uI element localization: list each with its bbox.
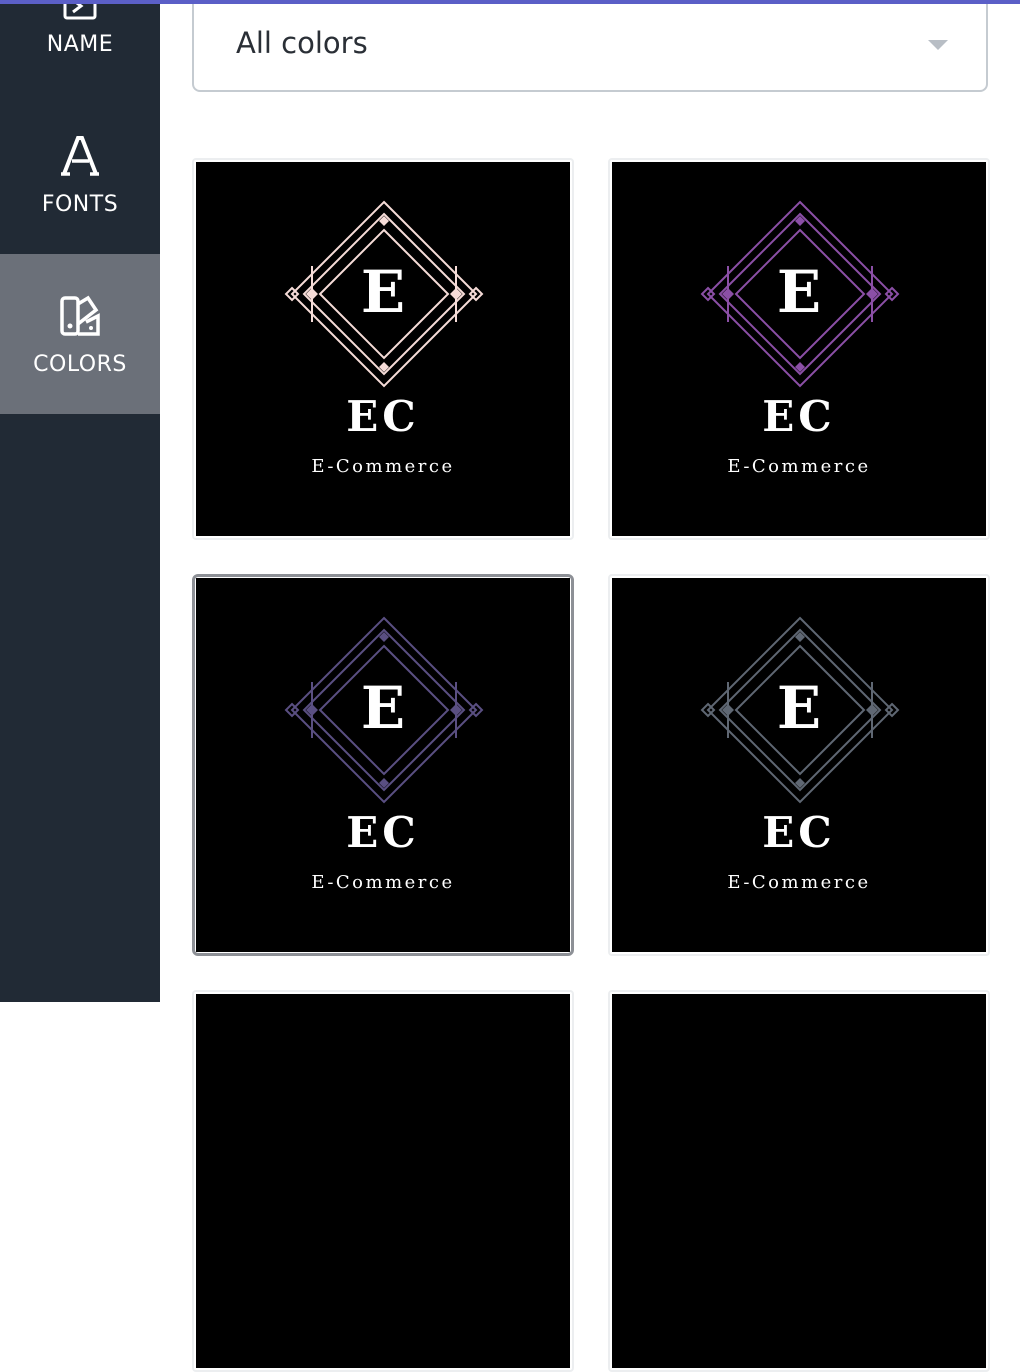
color-filter-value: All colors — [236, 26, 368, 60]
sidebar-item-label: COLORS — [33, 352, 127, 377]
logo-preview — [612, 994, 986, 1368]
logo-monogram: E — [360, 258, 406, 326]
logo-preview: E EC E-Commerce — [612, 578, 986, 952]
logo-preview: E EC E-Commerce — [196, 162, 570, 536]
sidebar: NAME FONTS COLORS — [0, 0, 160, 1002]
sidebar-item-label: NAME — [46, 32, 114, 57]
logo-tagline: E-Commerce — [727, 872, 871, 893]
main-content: All colors E EC E-Commerce E EC E-Commerce E EC… — [160, 0, 1020, 1372]
logo-card[interactable] — [192, 990, 574, 1372]
logo-preview — [196, 994, 570, 1368]
logo-initials: EC — [346, 392, 420, 441]
logo-tagline: E-Commerce — [311, 872, 455, 893]
logo-card[interactable] — [608, 990, 990, 1372]
logo-initials: EC — [762, 808, 836, 857]
top-accent-bar — [0, 0, 1020, 4]
logo-preview: E EC E-Commerce — [196, 578, 570, 952]
logo-card[interactable]: E EC E-Commerce — [608, 574, 990, 956]
diamond-emblem-icon — [284, 200, 484, 388]
logo-initials: EC — [346, 808, 420, 857]
sidebar-item-colors[interactable]: COLORS — [0, 254, 160, 414]
sidebar-item-name[interactable]: NAME — [0, 0, 160, 74]
logo-tagline: E-Commerce — [727, 456, 871, 477]
chevron-down-icon — [928, 40, 948, 50]
sidebar-item-label: FONTS — [41, 192, 119, 217]
logo-tagline: E-Commerce — [311, 456, 455, 477]
logo-preview: E EC E-Commerce — [612, 162, 986, 536]
logo-monogram: E — [360, 674, 406, 742]
font-icon — [58, 134, 102, 182]
diamond-emblem-icon — [284, 616, 484, 804]
logo-initials: EC — [762, 392, 836, 441]
logo-card[interactable]: E EC E-Commerce — [192, 158, 574, 540]
diamond-emblem-icon — [700, 200, 900, 388]
sidebar-item-fonts[interactable]: FONTS — [0, 94, 160, 254]
palette-icon — [58, 294, 102, 342]
diamond-emblem-icon — [700, 616, 900, 804]
logo-monogram: E — [776, 258, 822, 326]
color-filter-dropdown[interactable]: All colors — [192, 0, 988, 92]
logo-card[interactable]: E EC E-Commerce — [192, 574, 574, 956]
logo-card[interactable]: E EC E-Commerce — [608, 158, 990, 540]
logo-monogram: E — [776, 674, 822, 742]
